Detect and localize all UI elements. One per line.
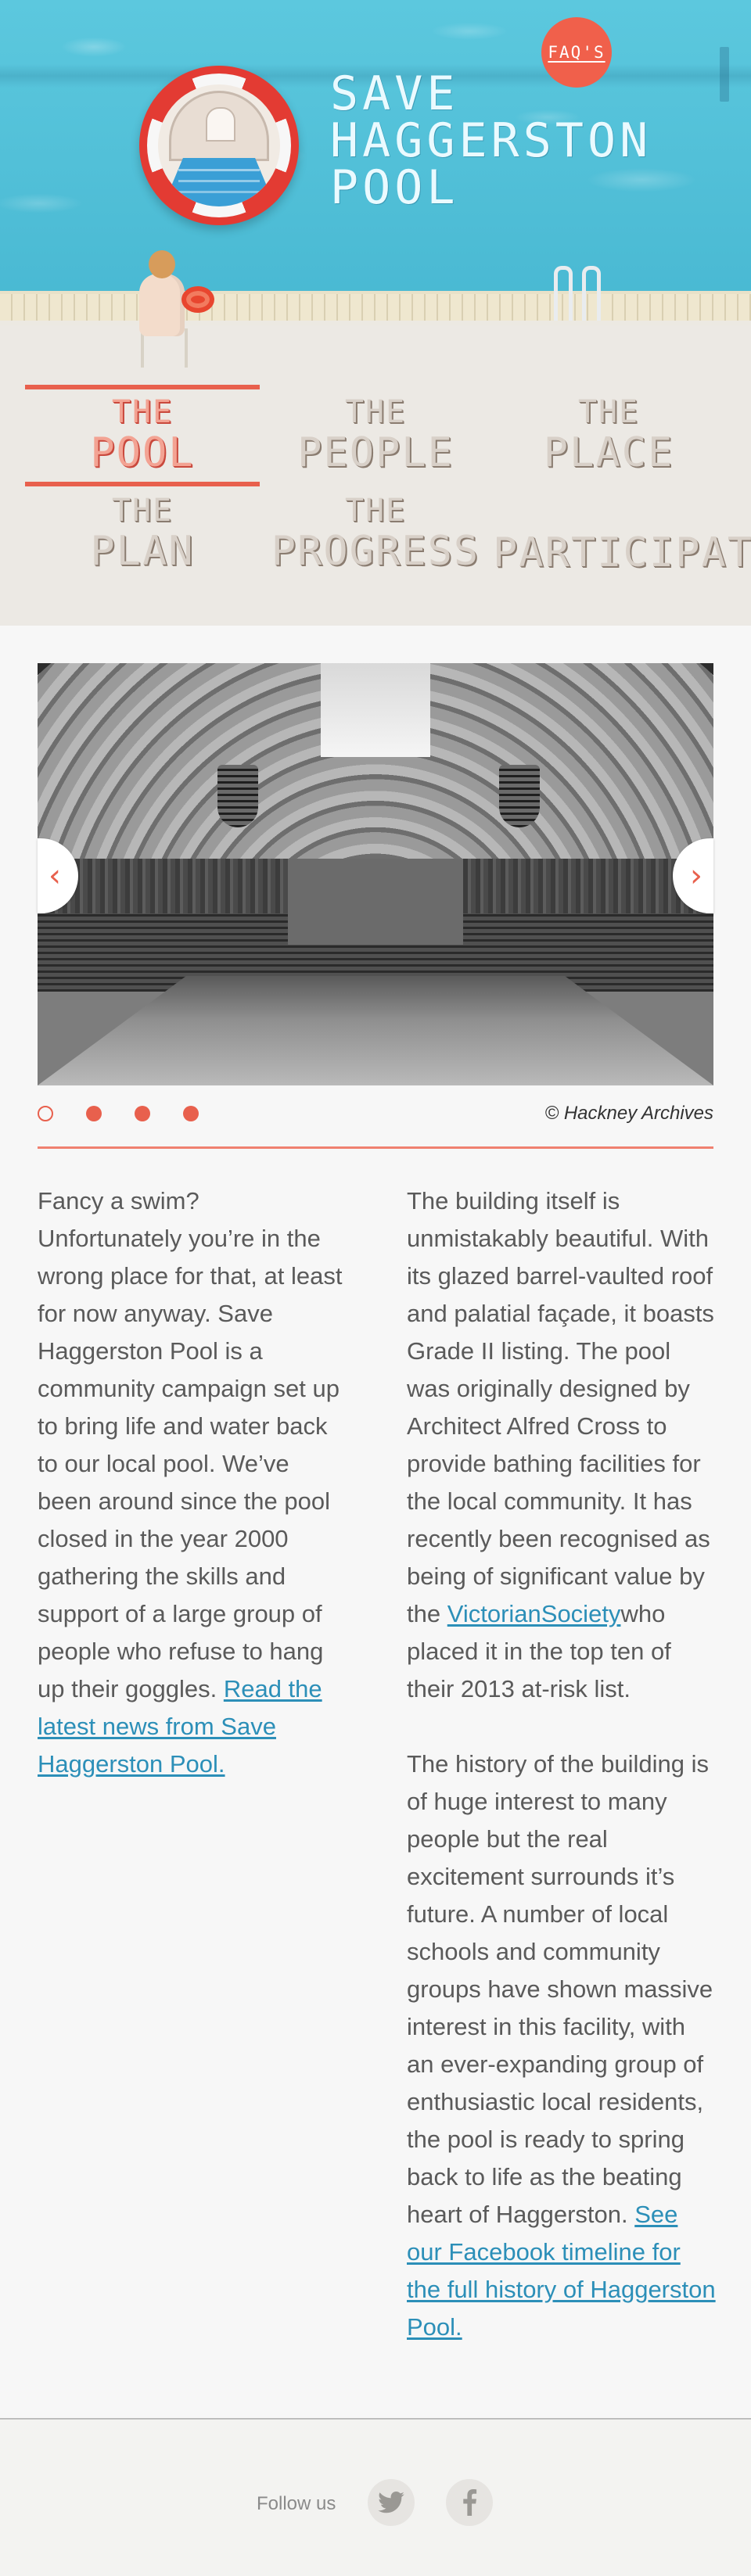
slide-chandelier xyxy=(499,765,540,827)
building-text: The building itself is unmistakably beau… xyxy=(407,1187,714,1627)
rescue-buoy-icon xyxy=(181,286,214,313)
future-paragraph: The history of the building is of huge i… xyxy=(407,1745,717,2346)
nav-item-participate[interactable]: PARTICIPATE xyxy=(493,529,751,576)
slider-dot-1[interactable] xyxy=(38,1106,53,1121)
nav-item-label: PLACE xyxy=(543,429,674,476)
nav-item-the-pool[interactable]: THE POOL xyxy=(25,394,260,475)
slider-dot-3[interactable] xyxy=(135,1106,150,1121)
facebook-button[interactable] xyxy=(446,2479,493,2526)
intro-paragraph: Fancy a swim? Unfortunately you’re in th… xyxy=(38,1182,347,1783)
nav-item-prefix: THE xyxy=(111,394,174,430)
site-title-line-2: HAGGERSTON xyxy=(330,113,652,168)
slideshow-image-historic-pool xyxy=(38,663,713,1085)
image-credit: © Hackney Archives xyxy=(544,1103,713,1124)
nav-item-prefix: THE xyxy=(344,394,407,430)
lane-rope-anchor xyxy=(720,47,729,102)
nav-item-prefix: THE xyxy=(344,493,407,529)
nav-active-rule-bottom xyxy=(25,482,260,486)
logo-pool-illustration xyxy=(158,84,280,206)
slide-chandelier xyxy=(217,765,258,827)
intro-column: Fancy a swim? Unfortunately you’re in th… xyxy=(38,1182,347,1821)
lifeguard-illustration xyxy=(117,242,214,368)
victorian-society-link[interactable]: VictorianSociety xyxy=(447,1600,621,1627)
follow-us-label: Follow us xyxy=(257,2493,336,2514)
nav-item-the-people[interactable]: THE PEOPLE xyxy=(258,394,493,475)
lifeguard-head xyxy=(149,250,175,278)
nav-item-label: PARTICIPATE xyxy=(493,529,751,576)
slider-dot-2[interactable] xyxy=(86,1106,102,1121)
faq-label: FAQ'S xyxy=(548,43,605,62)
intro-text: Fancy a swim? Unfortunately you’re in th… xyxy=(38,1187,343,1702)
chevron-left-icon: ‹ xyxy=(49,858,61,894)
slide-stage xyxy=(288,859,463,945)
building-paragraph: The building itself is unmistakably beau… xyxy=(407,1182,717,1708)
nav-item-the-progress[interactable]: THE PROGRESS xyxy=(258,493,493,574)
pool-ladder-illustration xyxy=(548,266,602,321)
nav-item-the-place[interactable]: THE PLACE xyxy=(491,394,726,475)
nav-item-label: PLAN xyxy=(90,528,195,575)
pool-deck-tiles xyxy=(0,291,751,321)
nav-active-rule-top xyxy=(25,385,260,389)
main-nav: THE POOL THE PEOPLE THE PLACE THE PLAN T… xyxy=(0,325,751,626)
main-content: ‹ › © Hackney Archives Fancy a swim? Unf… xyxy=(0,626,751,2420)
twitter-icon xyxy=(378,2492,404,2513)
twitter-button[interactable] xyxy=(368,2479,415,2526)
slide-skylight xyxy=(321,663,430,757)
header-hero: SAVE HAGGERSTON POOL FAQ'S xyxy=(0,0,751,321)
slider-dot-4[interactable] xyxy=(183,1106,199,1121)
nav-item-label: POOL xyxy=(90,429,195,476)
logo-vault-illustration xyxy=(169,91,269,161)
faq-button[interactable]: FAQ'S xyxy=(541,17,612,88)
nav-item-prefix: THE xyxy=(111,493,174,529)
chevron-right-icon: › xyxy=(690,858,702,894)
logo-badge[interactable] xyxy=(139,66,299,225)
site-title-line-3: POOL xyxy=(330,160,459,215)
future-text: The history of the building is of huge i… xyxy=(407,1750,713,2228)
logo-pool-water xyxy=(163,158,275,206)
nav-item-prefix: THE xyxy=(577,394,640,430)
facebook-icon xyxy=(463,2489,477,2516)
section-divider xyxy=(38,1146,713,1149)
nav-item-label: PROGRESS xyxy=(271,528,480,575)
site-title[interactable]: SAVE HAGGERSTON POOL xyxy=(330,70,652,215)
lifeguard-body xyxy=(139,274,185,336)
history-column: The building itself is unmistakably beau… xyxy=(407,1182,717,2384)
nav-item-the-plan[interactable]: THE PLAN xyxy=(25,493,260,574)
nav-item-label: PEOPLE xyxy=(297,429,454,476)
slider-pagination xyxy=(38,1104,199,1123)
footer: Follow us xyxy=(0,2420,751,2576)
